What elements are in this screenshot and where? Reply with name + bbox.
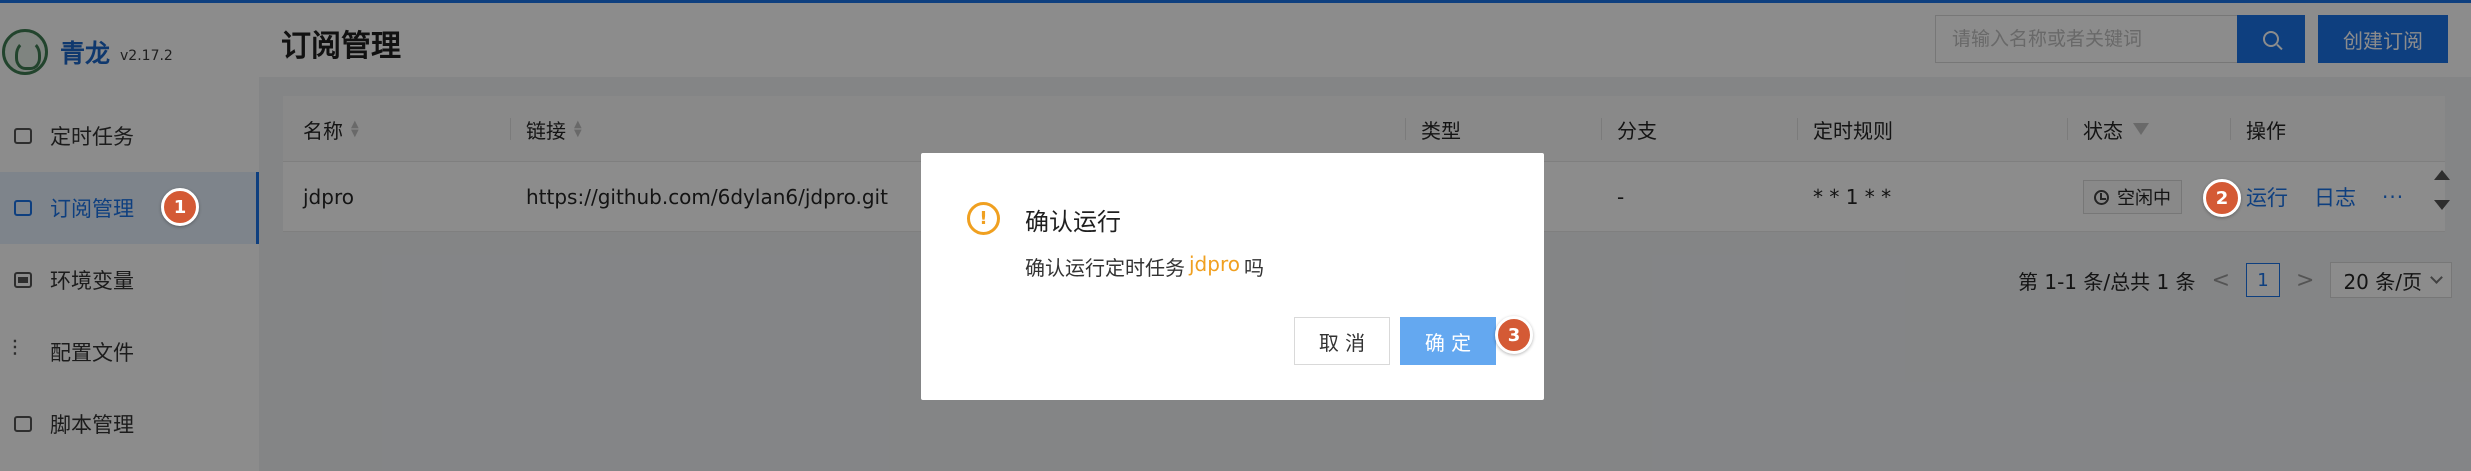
confirm-button[interactable]: 确 定 — [1400, 317, 1496, 365]
step-badge-1: 1 — [161, 188, 199, 226]
task-name: jdpro — [1189, 252, 1240, 276]
step-badge-2: 2 — [2203, 179, 2241, 217]
step-badge-3: 3 — [1495, 316, 1533, 354]
cancel-button[interactable]: 取 消 — [1294, 317, 1390, 365]
warning-icon: ! — [967, 202, 1000, 235]
dialog-title: 确认运行 — [1025, 208, 1121, 236]
dialog-message: 确认运行定时任务 jdpro 吗 — [1025, 252, 1264, 281]
confirm-run-dialog: ! 确认运行 确认运行定时任务 jdpro 吗 取 消 确 定 — [921, 153, 1544, 400]
message-suffix: 吗 — [1243, 256, 1264, 280]
message-prefix: 确认运行定时任务 — [1025, 256, 1185, 280]
